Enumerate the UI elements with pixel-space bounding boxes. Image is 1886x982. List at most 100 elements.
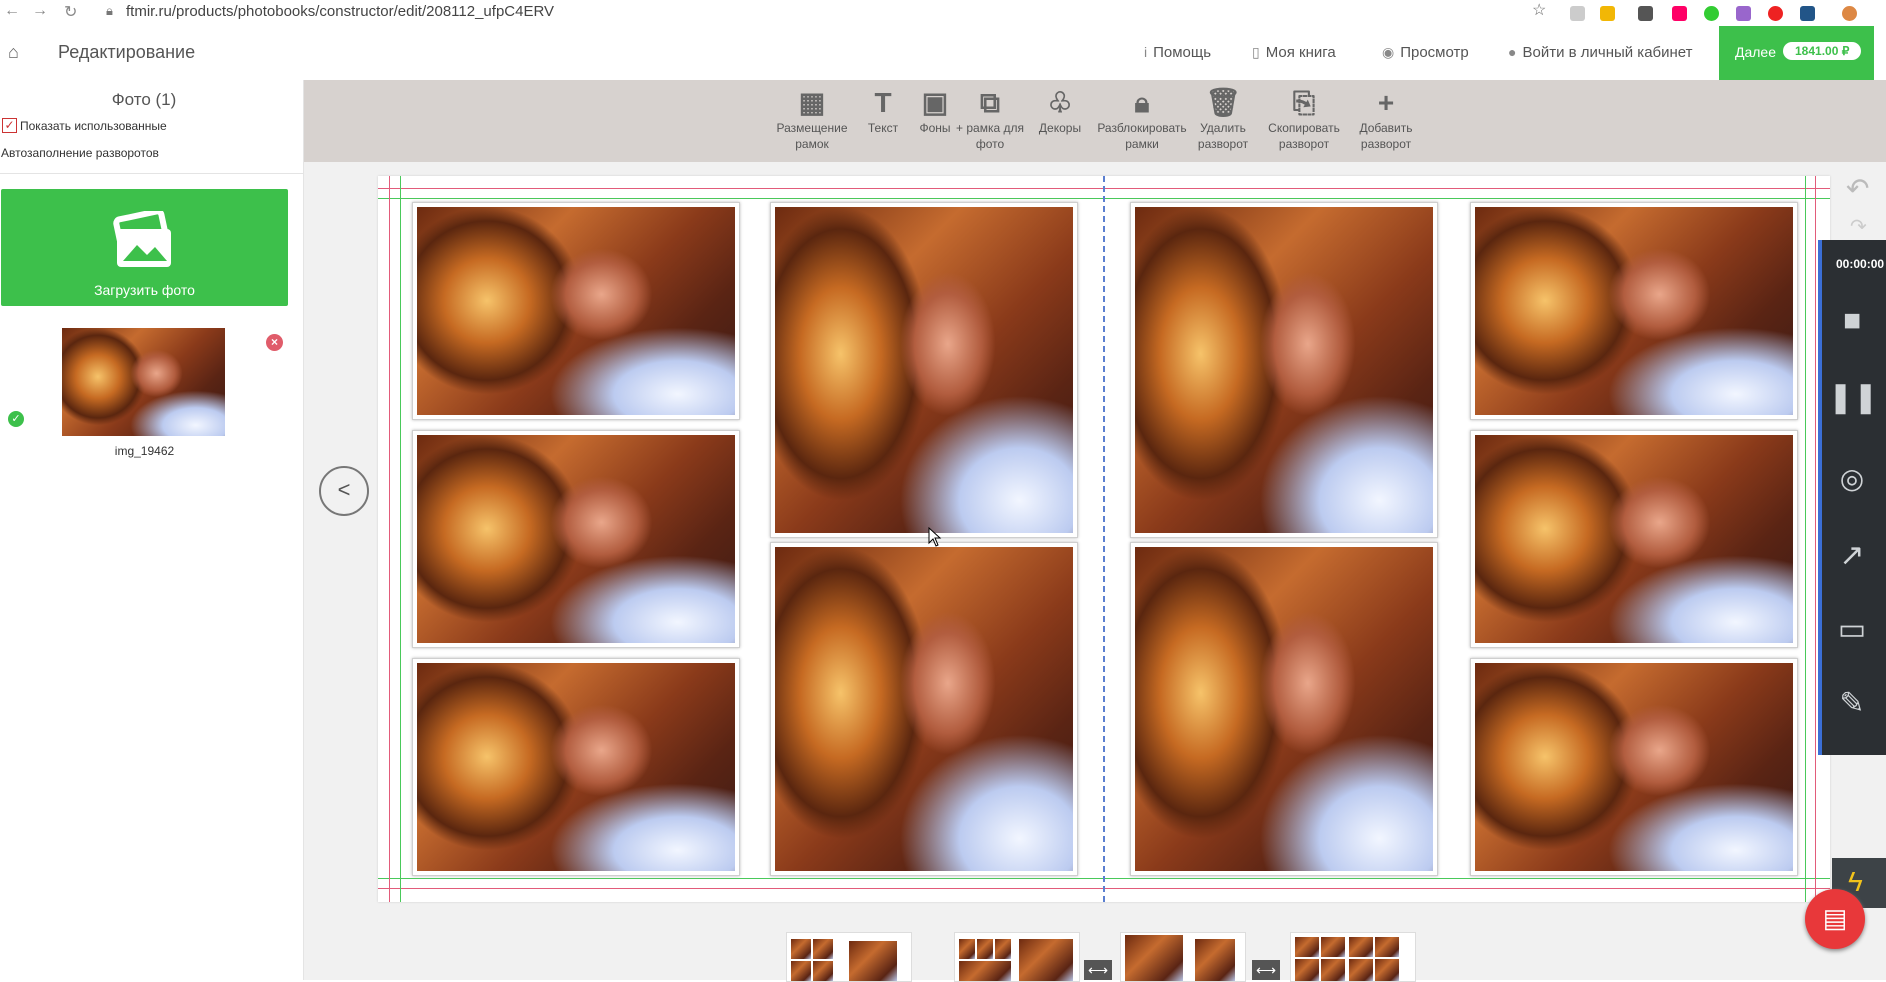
mouse-cursor-icon — [928, 527, 942, 547]
tool-delete-spread[interactable]: 🗑︎ Удалить разворот — [1188, 86, 1258, 152]
bleed-guide — [389, 176, 390, 902]
spread-canvas[interactable] — [378, 176, 1830, 902]
my-book-label: Моя книга — [1265, 44, 1336, 61]
photo-frame[interactable] — [1130, 542, 1438, 876]
lock-icon: 🔒︎ — [106, 3, 113, 18]
photo-thumbnail[interactable] — [62, 328, 227, 438]
price-badge: 1841.00 ₽ — [1783, 42, 1862, 60]
photo-frame[interactable] — [412, 430, 740, 648]
undo-icon[interactable]: ↶ — [1846, 172, 1869, 205]
eye-icon: ◉ — [1382, 44, 1395, 60]
reload-icon[interactable]: ↻ — [64, 2, 77, 22]
show-used-checkbox[interactable]: ✓ — [2, 118, 17, 133]
photo-frame[interactable] — [770, 542, 1078, 876]
swap-spreads-icon[interactable]: ⟷ — [1252, 960, 1280, 980]
redo-icon[interactable]: ↷ — [1850, 214, 1867, 239]
frame-image — [417, 207, 735, 415]
photo-frame[interactable] — [1470, 430, 1798, 648]
frame-image — [1475, 663, 1793, 871]
spread-thumbnail[interactable] — [1120, 932, 1246, 982]
recorder-timer: 00:00:00 — [1836, 257, 1885, 271]
webcam-icon[interactable]: ◎ — [1828, 462, 1876, 495]
preview-link[interactable]: ◉ Просмотр — [1382, 44, 1469, 61]
extension-icon[interactable] — [1704, 6, 1719, 21]
spread-thumbnails: ⟷ ⟷ — [304, 928, 1886, 982]
frame-image — [1475, 207, 1793, 415]
browser-address-bar: ← → ↻ 🔒︎ ftmir.ru/products/photobooks/co… — [0, 0, 1886, 27]
divider — [0, 173, 303, 174]
home-icon[interactable]: ⌂ — [8, 42, 19, 63]
tool-label: Добавить разворот — [1359, 121, 1413, 151]
extension-icon[interactable] — [1800, 6, 1815, 21]
remove-photo-icon[interactable]: × — [266, 334, 283, 351]
upload-photo-icon — [113, 211, 171, 267]
extension-icon[interactable] — [1570, 6, 1585, 21]
photo-frame[interactable] — [770, 202, 1078, 538]
forward-icon[interactable]: → — [32, 2, 48, 20]
plus-icon: + — [1377, 87, 1395, 118]
photo-frame[interactable] — [1470, 658, 1798, 876]
upload-photo-button[interactable]: Загрузить фото — [1, 189, 288, 306]
help-link[interactable]: i Помощь — [1144, 44, 1211, 61]
frame-image — [1135, 547, 1433, 871]
tool-label: Разблокировать рамки — [1097, 121, 1187, 151]
prev-spread-button[interactable]: < — [319, 466, 369, 516]
my-book-link[interactable]: ▯ Моя книга — [1252, 44, 1336, 61]
url-text[interactable]: ftmir.ru/products/photobooks/constructor… — [126, 3, 554, 20]
spread-thumbnail[interactable] — [954, 932, 1080, 982]
spread-thumbnail[interactable] — [1290, 932, 1416, 982]
photo-frame[interactable] — [412, 202, 740, 420]
extension-icon[interactable] — [1672, 6, 1687, 21]
frame-image — [1475, 435, 1793, 643]
frame-image — [775, 207, 1073, 533]
extension-icon[interactable] — [1638, 6, 1653, 21]
editor-toolbar: ▦ Размещение рамок T Текст ▣ Фоны ⧉ + рамка … — [304, 80, 1886, 162]
spine-guide — [1103, 176, 1105, 902]
frame-image — [775, 547, 1073, 871]
user-icon: ● — [1508, 44, 1517, 60]
arrow-draw-icon[interactable]: ↗ — [1828, 538, 1876, 573]
show-used-label: Показать использованные — [20, 119, 167, 133]
tool-label: Размещение рамок — [776, 121, 848, 151]
tool-label: Фоны — [919, 121, 951, 135]
extension-icon[interactable] — [1736, 6, 1751, 21]
swap-spreads-icon[interactable]: ⟷ — [1084, 960, 1112, 980]
screen-recorder-panel: ■ ❚❚ ◎ ↗ ▭ ✎ — [1818, 240, 1886, 755]
photo-frame[interactable] — [1470, 202, 1798, 420]
login-link[interactable]: ● Войти в личный кабинет — [1508, 44, 1693, 61]
help-label: Помощь — [1153, 44, 1212, 61]
tool-label: + рамка для фото — [956, 121, 1024, 151]
star-icon[interactable]: ☆ — [1532, 0, 1546, 20]
tool-label: Декоры — [1038, 121, 1082, 135]
extension-icon[interactable] — [1768, 6, 1783, 21]
preview-label: Просмотр — [1400, 44, 1469, 61]
pen-draw-icon[interactable]: ✎ — [1828, 686, 1876, 721]
back-icon[interactable]: ← — [4, 2, 20, 20]
autofill-link[interactable]: Автозаполнение разворотов — [1, 146, 159, 160]
spread-thumbnail[interactable] — [786, 932, 912, 982]
photo-frame[interactable] — [1130, 202, 1438, 538]
tool-unlock-frames[interactable]: 🔒︎ Разблокировать рамки — [1092, 86, 1192, 152]
trash-icon: 🗑︎ — [1205, 87, 1241, 118]
rectangle-draw-icon[interactable]: ▭ — [1828, 612, 1876, 647]
recorder-accent-bar — [1818, 240, 1822, 755]
extension-icon[interactable] — [1600, 6, 1615, 21]
tool-label: Удалить разворот — [1197, 121, 1249, 151]
copy-icon: ⎘ — [1292, 87, 1316, 118]
tool-copy-spread[interactable]: ⎘ Скопировать разворот — [1262, 86, 1346, 152]
frame-image — [417, 663, 735, 871]
next-button[interactable]: Далее 1841.00 ₽ — [1719, 26, 1874, 80]
book-icon: ▯ — [1252, 44, 1260, 60]
stop-record-icon[interactable]: ■ — [1828, 304, 1876, 338]
frame-image — [1135, 207, 1433, 533]
photo-frame[interactable] — [412, 658, 740, 876]
thumbnail-image — [62, 328, 225, 436]
next-label: Далее — [1735, 44, 1777, 60]
login-label: Войти в личный кабинет — [1522, 44, 1693, 61]
safe-guide — [400, 176, 401, 902]
app-header: ⌂ Редактирование i Помощь ▯ Моя книга ◉ Про… — [0, 26, 1886, 81]
profile-avatar[interactable] — [1842, 6, 1857, 21]
tool-add-spread[interactable]: + Добавить разворот — [1349, 86, 1423, 152]
lock-icon: 🔒︎ — [1134, 87, 1150, 118]
pause-record-icon[interactable]: ❚❚ — [1828, 380, 1878, 415]
